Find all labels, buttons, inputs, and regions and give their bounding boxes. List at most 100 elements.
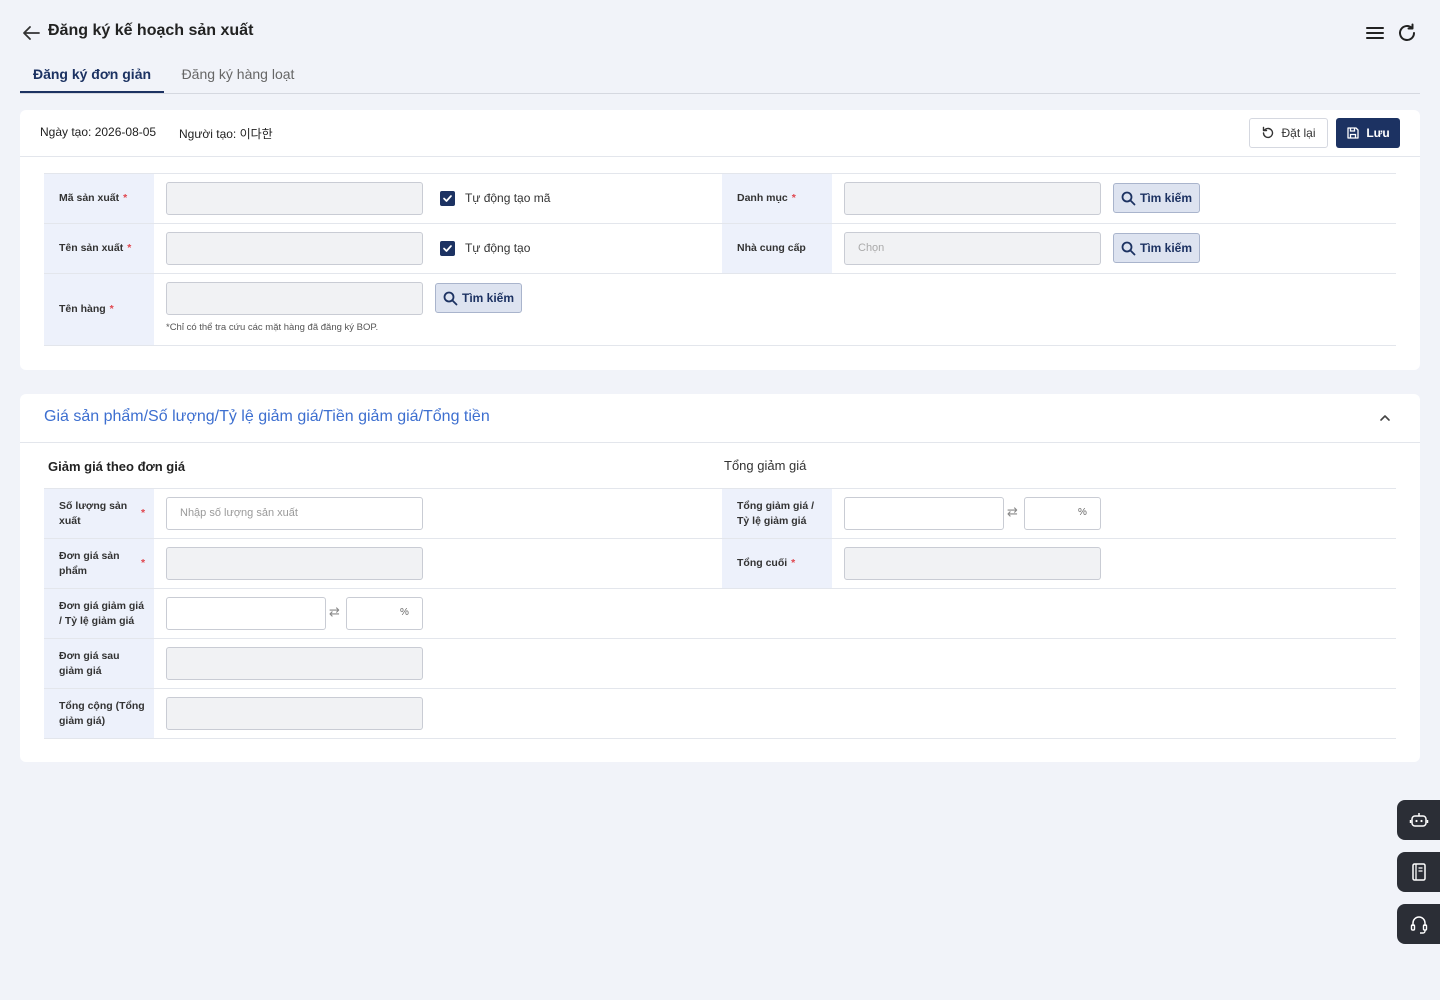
unit-discount-rate-input[interactable] xyxy=(346,597,423,630)
tab-bulk-registration[interactable]: Đăng ký hàng loạt xyxy=(170,56,306,93)
field-label: Nhà cung cấp xyxy=(722,224,832,273)
field-label: Đơn giá sau giảm giá xyxy=(44,639,154,688)
item-name-input[interactable] xyxy=(166,282,423,315)
field-label: Mã sản xuất * xyxy=(44,174,154,223)
production-name-input[interactable] xyxy=(166,232,423,265)
field-label: Tên hàng * xyxy=(44,274,154,345)
form-row: Mã sản xuất * Tự động tạo mã Danh mục * Tì… xyxy=(44,174,1396,224)
price-after-discount-input[interactable] xyxy=(166,647,423,680)
final-total-input[interactable] xyxy=(844,547,1101,580)
unit-discount-amount-input[interactable] xyxy=(166,597,326,630)
supplier-search-button[interactable]: Tìm kiếm xyxy=(1113,233,1200,263)
required-mark: * xyxy=(109,303,114,315)
pricing-section-title: Giá sản phẩm/Số lượng/Tỷ lệ giảm giá/Tiề… xyxy=(44,408,490,425)
headset-icon xyxy=(1410,916,1427,934)
percent-sign: % xyxy=(1078,507,1087,518)
book-icon xyxy=(1411,863,1426,881)
quantity-input[interactable]: Nhập số lượng sản xuất xyxy=(166,497,423,530)
tab-simple-registration[interactable]: Đăng ký đơn giản xyxy=(20,56,164,93)
supplier-label: Nhà cung cấp xyxy=(737,242,806,254)
unit-price-label: Đơn giá sản phẩm xyxy=(59,549,120,577)
registration-card: Ngày tạo: 2026-08-05 Người tạo: 이다한 Đặt … xyxy=(20,110,1420,370)
price-after-discount-label: Đơn giá sau giảm giá xyxy=(59,649,120,677)
subtotal-label: Tổng cộng (Tổng giảm giá) xyxy=(59,699,145,727)
card-toolbar: Ngày tạo: 2026-08-05 Người tạo: 이다한 Đặt … xyxy=(20,110,1420,157)
created-date: Ngày tạo: 2026-08-05 xyxy=(40,125,157,139)
search-button-label: Tìm kiếm xyxy=(461,291,515,305)
unit-discount-title: Giảm giá theo đơn giá xyxy=(48,459,186,474)
form-row: Số lượng sản xuất * Nhập số lượng sản xuấ… xyxy=(44,489,1396,539)
chatbot-button[interactable] xyxy=(1397,800,1440,840)
supplier-select[interactable]: Chọn xyxy=(844,232,1101,265)
search-icon xyxy=(1121,241,1136,255)
subtotal-input[interactable] xyxy=(166,697,423,730)
unit-price-input[interactable] xyxy=(166,547,423,580)
production-form: Mã sản xuất * Tự động tạo mã Danh mục * Tì… xyxy=(44,173,1396,346)
reset-icon xyxy=(1263,126,1274,139)
field-label: Tổng cộng (Tổng giảm giá) xyxy=(44,689,154,738)
required-mark: * xyxy=(141,557,146,569)
search-icon xyxy=(1121,191,1136,205)
search-icon xyxy=(443,291,458,305)
menu-icon[interactable] xyxy=(1364,22,1386,44)
field-label: Số lượng sản xuất * xyxy=(44,489,154,538)
page-title: Đăng ký kế hoạch sản xuất xyxy=(48,22,254,39)
total-discount-label: Tổng giảm giá / Tỷ lệ giảm giá xyxy=(737,499,815,527)
pricing-section-header[interactable]: Giá sản phẩm/Số lượng/Tỷ lệ giảm giá/Tiề… xyxy=(20,394,1420,443)
form-row: Đơn giá sau giảm giá xyxy=(44,639,1396,689)
search-button-label: Tìm kiếm xyxy=(1139,191,1193,205)
field-label: Tên sản xuất * xyxy=(44,224,154,273)
production-code-label: Mã sản xuất xyxy=(59,192,120,204)
swap-icon[interactable]: ⇄ xyxy=(329,604,340,620)
reset-button[interactable]: Đặt lại xyxy=(1249,118,1328,148)
auto-create-checkbox[interactable] xyxy=(440,241,455,256)
refresh-icon[interactable] xyxy=(1396,22,1418,44)
total-discount-rate-input[interactable] xyxy=(1024,497,1101,530)
final-total-label: Tổng cuối xyxy=(737,557,788,569)
support-button[interactable] xyxy=(1397,904,1440,944)
field-label: Đơn giá sản phẩm * xyxy=(44,539,154,588)
save-button[interactable]: Lưu xyxy=(1336,118,1400,148)
required-mark: * xyxy=(791,557,796,569)
percent-sign: % xyxy=(400,607,409,618)
item-search-note: *Chỉ có thể tra cứu các mặt hàng đã đăng… xyxy=(166,322,379,333)
production-code-input[interactable] xyxy=(166,182,423,215)
form-row: Tổng cộng (Tổng giảm giá) xyxy=(44,689,1396,739)
form-row: Đơn giá sản phẩm * Tổng cuối * xyxy=(44,539,1396,589)
quantity-label: Số lượng sản xuất xyxy=(59,499,128,527)
swap-icon[interactable]: ⇄ xyxy=(1007,504,1018,520)
total-discount-amount-input[interactable] xyxy=(844,497,1004,530)
guide-book-button[interactable] xyxy=(1397,852,1440,892)
reset-button-label: Đặt lại xyxy=(1281,126,1316,140)
required-mark: * xyxy=(141,507,146,519)
form-row: Tên sản xuất * Tự động tạo Nhà cung cấp C… xyxy=(44,224,1396,274)
auto-code-checkbox[interactable] xyxy=(440,191,455,206)
total-discount-title: Tổng giảm giá xyxy=(724,458,807,473)
required-mark: * xyxy=(791,192,796,204)
required-mark: * xyxy=(123,192,128,204)
pricing-form: Số lượng sản xuất * Nhập số lượng sản xuấ… xyxy=(44,488,1396,739)
category-label: Danh mục xyxy=(737,192,788,204)
field-label: Danh mục * xyxy=(722,174,832,223)
category-input[interactable] xyxy=(844,182,1101,215)
search-button-label: Tìm kiếm xyxy=(1139,241,1193,255)
form-row: Đơn giá giảm giá / Tỷ lệ giảm giá ⇄ % xyxy=(44,589,1396,639)
back-arrow-icon[interactable] xyxy=(20,22,42,44)
chevron-up-icon[interactable] xyxy=(1378,411,1392,425)
form-row: Tên hàng * Tìm kiếm *Chỉ có thể tra cứu c… xyxy=(44,274,1396,346)
required-mark: * xyxy=(127,242,132,254)
save-icon xyxy=(1347,127,1359,139)
page-header: Đăng ký kế hoạch sản xuất xyxy=(20,18,1420,48)
robot-icon xyxy=(1409,813,1428,827)
production-name-label: Tên sản xuất xyxy=(59,242,124,254)
auto-code-label: Tự động tạo mã xyxy=(465,191,551,205)
item-search-button[interactable]: Tìm kiếm xyxy=(435,283,522,313)
unit-discount-label: Đơn giá giảm giá / Tỷ lệ giảm giá xyxy=(59,599,145,627)
field-label: Đơn giá giảm giá / Tỷ lệ giảm giá xyxy=(44,589,154,638)
auto-create-label: Tự động tạo xyxy=(465,241,531,255)
category-search-button[interactable]: Tìm kiếm xyxy=(1113,183,1200,213)
item-name-label: Tên hàng xyxy=(59,303,106,315)
save-button-label: Lưu xyxy=(1366,126,1390,140)
created-by: Người tạo: 이다한 xyxy=(179,127,273,141)
field-label: Tổng giảm giá / Tỷ lệ giảm giá xyxy=(722,489,832,538)
